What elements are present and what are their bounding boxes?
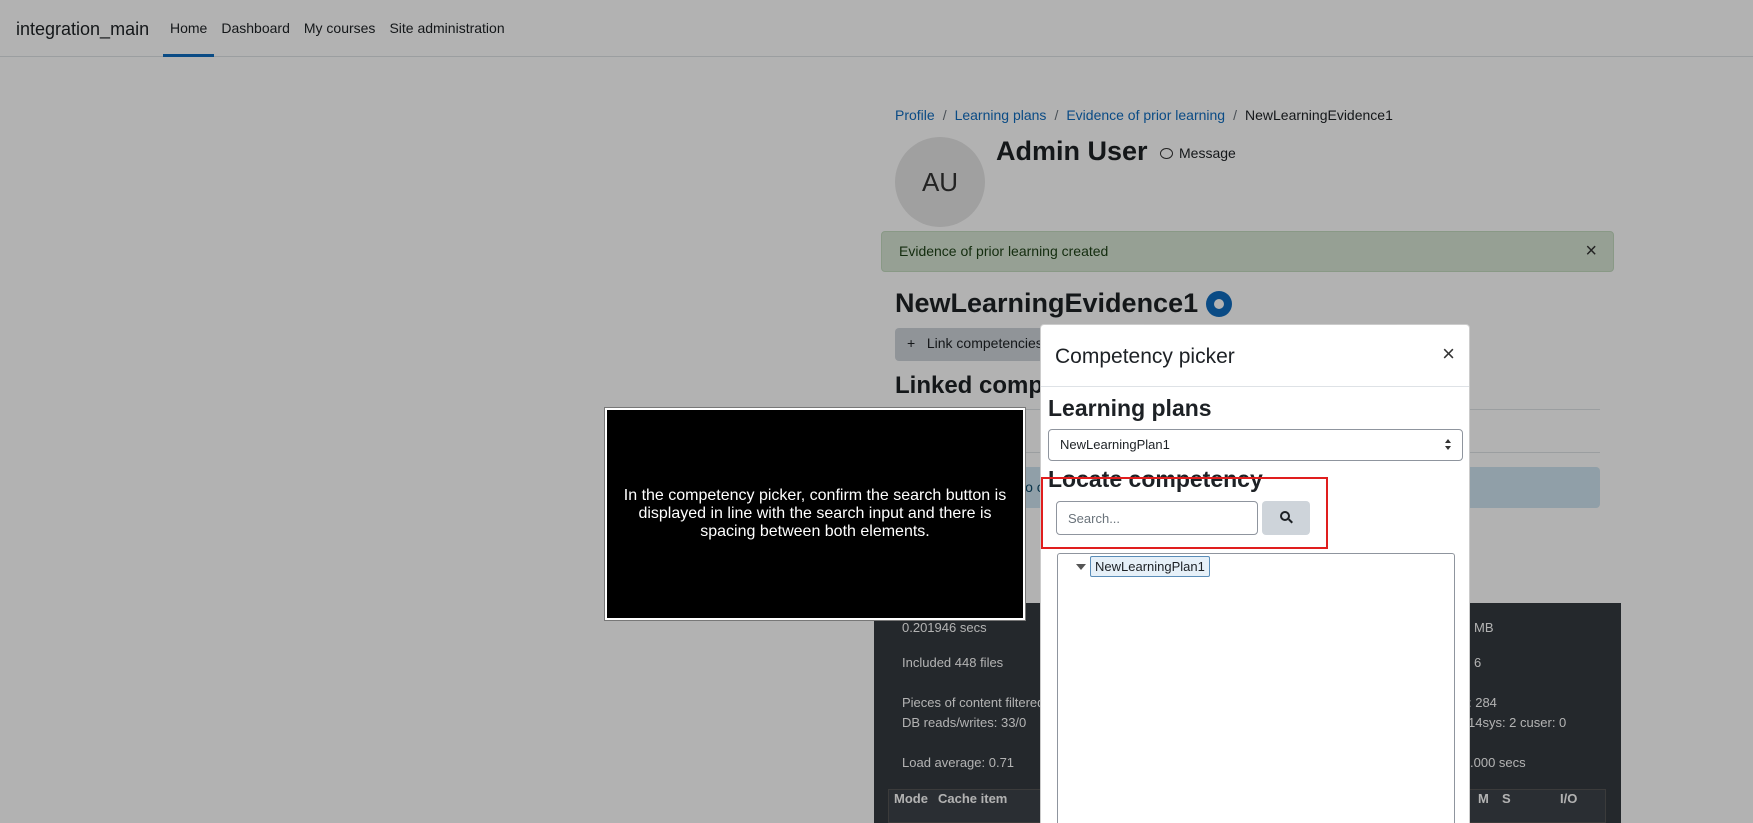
close-icon[interactable]: × xyxy=(1442,343,1455,365)
modal-header: Competency picker × xyxy=(1041,325,1469,387)
tree-node-root[interactable]: NewLearningPlan1 xyxy=(1090,556,1210,577)
competency-tree: NewLearningPlan1 xyxy=(1057,553,1455,823)
learning-plans-heading: Learning plans xyxy=(1048,395,1212,421)
highlight-box xyxy=(1041,477,1328,549)
modal-title: Competency picker xyxy=(1055,345,1235,368)
competency-picker-dialog: Competency picker × Learning plans NewLe… xyxy=(1040,324,1470,823)
instruction-text: In the competency picker, confirm the se… xyxy=(623,487,1007,540)
learning-plan-selected: NewLearningPlan1 xyxy=(1060,437,1170,452)
select-arrows-icon xyxy=(1444,439,1452,451)
caret-down-icon[interactable] xyxy=(1076,564,1086,570)
learning-plan-select[interactable]: NewLearningPlan1 xyxy=(1048,429,1463,461)
instruction-overlay: In the competency picker, confirm the se… xyxy=(605,408,1025,620)
